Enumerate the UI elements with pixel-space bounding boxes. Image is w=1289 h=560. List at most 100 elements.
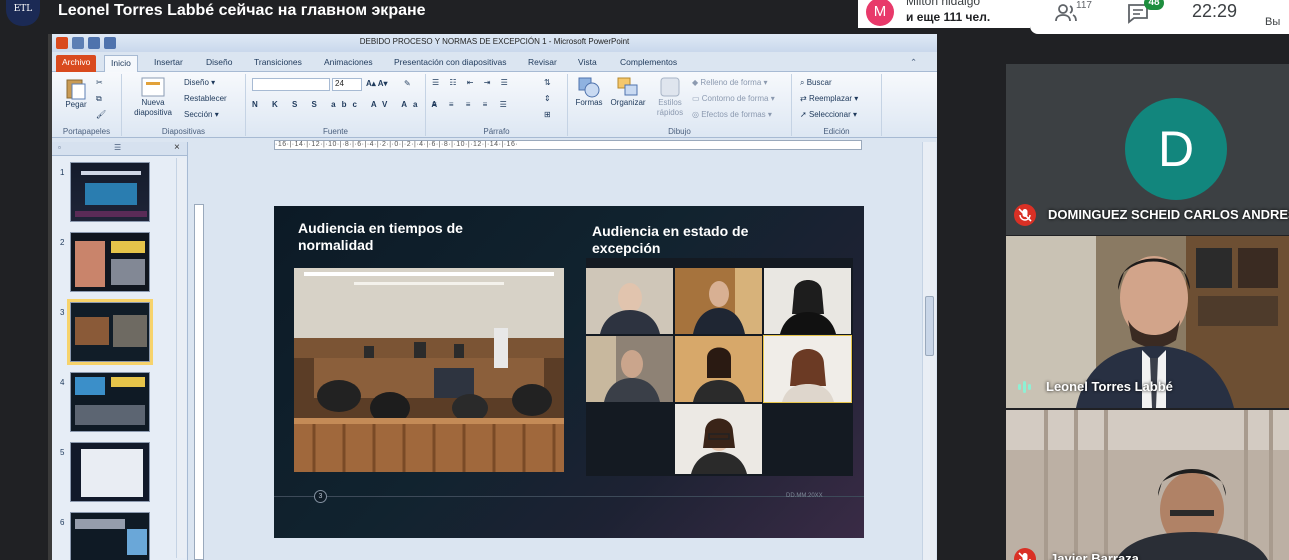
video-participant-6 bbox=[763, 335, 852, 403]
video-participant-4 bbox=[586, 336, 673, 402]
avatar: D bbox=[1125, 98, 1227, 200]
slides-tab-icon[interactable]: ▫ bbox=[58, 143, 61, 152]
arrange-label: Organizar bbox=[610, 98, 646, 107]
organization-logo: ETL bbox=[6, 0, 40, 26]
participant-name: Leonel Torres Labbé bbox=[1046, 379, 1173, 394]
tab-insertar[interactable]: Insertar bbox=[148, 55, 189, 72]
copy-icon[interactable]: ⧉ bbox=[96, 94, 102, 104]
speaking-indicator-icon bbox=[1018, 380, 1034, 394]
quick-styles-label: Estilos rápidos bbox=[656, 98, 684, 117]
align-buttons[interactable]: ≡ ≡ ≡ ≡ ☰ bbox=[432, 100, 512, 109]
vertical-ruler bbox=[194, 204, 204, 560]
outline-tab-icon[interactable]: ☰ bbox=[114, 143, 121, 152]
layout-button[interactable]: Diseño ▾ bbox=[184, 78, 215, 87]
video-participant-7 bbox=[675, 404, 762, 474]
tab-inicio[interactable]: Inicio bbox=[104, 55, 138, 72]
current-slide[interactable]: Audiencia en tiempos de normalidad Audie… bbox=[274, 206, 864, 538]
meet-top-bar: ETL Leonel Torres Labbé сейчас на главно… bbox=[0, 0, 1289, 34]
participant-tile[interactable]: D DOMINGUEZ SCHEID CARLOS ANDRES bbox=[1006, 64, 1289, 235]
shapes-icon bbox=[578, 77, 600, 98]
shapes-label: Formas bbox=[575, 98, 603, 107]
chat-badge: 48 bbox=[1144, 0, 1164, 10]
tab-revisar[interactable]: Revisar bbox=[522, 55, 563, 72]
font-name-select[interactable] bbox=[252, 78, 330, 91]
close-icon[interactable]: × bbox=[174, 142, 180, 153]
slide-date: DD.MM.20XX bbox=[786, 493, 823, 499]
shape-outline-button[interactable]: ▭ Contorno de forma ▾ bbox=[692, 94, 775, 103]
slide-right-heading: Audiencia en estado de excepción bbox=[592, 223, 749, 256]
cut-icon[interactable]: ✂ bbox=[96, 78, 103, 87]
section-label: Sección bbox=[184, 110, 213, 119]
align-text-icon[interactable]: ⇕ bbox=[544, 94, 551, 103]
participant-name: DOMINGUEZ SCHEID CARLOS ANDRES bbox=[1048, 207, 1289, 222]
group-label-parrafo: Párrafo bbox=[483, 127, 510, 136]
group-label-portapapeles: Portapapeles bbox=[62, 127, 111, 136]
shape-fill-label: Relleno de forma bbox=[700, 78, 762, 87]
format-painter-icon[interactable]: 🖌 bbox=[96, 110, 106, 119]
font-style-buttons[interactable]: N K S S abc AV Aa A bbox=[252, 100, 443, 109]
arrange-button[interactable]: Organizar bbox=[608, 76, 648, 108]
cursor-icon: ➚ bbox=[800, 110, 807, 119]
slide-thumbnails-pane[interactable]: ▫ ☰ × 1 2 3 4 5 6 bbox=[52, 142, 188, 560]
slide-thumbnail-6[interactable] bbox=[70, 512, 150, 560]
text-direction-icon[interactable]: ⇅ bbox=[544, 78, 551, 87]
tab-archivo[interactable]: Archivo bbox=[56, 55, 97, 72]
slide-thumbnail-4[interactable] bbox=[70, 372, 150, 432]
find-label: Buscar bbox=[806, 78, 832, 87]
smartart-icon[interactable]: ⊞ bbox=[544, 110, 551, 119]
slide-number: 4 bbox=[60, 378, 65, 387]
video-call-grid-image bbox=[586, 258, 853, 476]
participant-name: Javier Barraza bbox=[1050, 551, 1139, 560]
shape-effects-label: Efectos de formas bbox=[701, 110, 766, 119]
group-label-edicion: Edición bbox=[823, 127, 850, 136]
tab-diseno[interactable]: Diseño bbox=[200, 55, 238, 72]
ribbon-minimize-icon[interactable]: ⌃ bbox=[904, 55, 923, 72]
grow-font-icon[interactable]: A▴ A▾ bbox=[366, 79, 388, 88]
paste-label: Pegar bbox=[65, 100, 87, 109]
participant-tile[interactable]: Javier Barraza bbox=[1006, 410, 1289, 560]
reset-button[interactable]: Restablecer bbox=[184, 94, 227, 103]
tab-animaciones[interactable]: Animaciones bbox=[318, 55, 379, 72]
slide-number: 2 bbox=[60, 238, 65, 247]
powerpoint-title-bar: DEBIDO PROCESO Y NORMAS DE EXCEPCIÓN 1 -… bbox=[52, 34, 937, 52]
shape-effects-button[interactable]: ◎ Efectos de formas ▾ bbox=[692, 110, 772, 119]
powerpoint-window: DEBIDO PROCESO Y NORMAS DE EXCEPCIÓN 1 -… bbox=[48, 34, 937, 560]
ribbon-tabs: Archivo Inicio Insertar Diseño Transicio… bbox=[52, 52, 937, 72]
people-count: 117 bbox=[1076, 0, 1092, 11]
clock: 22:29 bbox=[1192, 1, 1238, 21]
thumbnails-scrollbar[interactable] bbox=[176, 158, 186, 558]
tab-transiciones[interactable]: Transiciones bbox=[248, 55, 308, 72]
find-button[interactable]: ⌕ Buscar bbox=[800, 78, 832, 88]
select-label: Seleccionar bbox=[808, 110, 851, 119]
slide-thumbnail-2[interactable] bbox=[70, 232, 150, 292]
participant-chip[interactable]: M Milton hidalgo и еще 111 чел. bbox=[858, 0, 1030, 28]
shape-fill-button[interactable]: ◆ Relleno de forma ▾ bbox=[692, 78, 768, 87]
tab-complementos[interactable]: Complementos bbox=[614, 55, 683, 72]
tab-vista[interactable]: Vista bbox=[572, 55, 603, 72]
slide-footer-line bbox=[274, 496, 864, 497]
slide-scrollbar[interactable] bbox=[922, 142, 936, 560]
clear-format-icon[interactable]: ✎ bbox=[404, 79, 411, 88]
tab-presentacion[interactable]: Presentación con diapositivas bbox=[388, 55, 512, 72]
slide-thumbnail-5[interactable] bbox=[70, 442, 150, 502]
slide-thumbnail-1[interactable] bbox=[70, 162, 150, 222]
slide-thumbnail-3[interactable] bbox=[67, 299, 153, 365]
slide-number: 6 bbox=[60, 518, 65, 527]
quick-styles-icon bbox=[660, 77, 680, 97]
select-button[interactable]: ➚ Seleccionar ▾ bbox=[800, 110, 857, 119]
shapes-button[interactable]: Formas bbox=[572, 76, 606, 108]
group-edicion: ⌕ Buscar ⇄ Reemplazar ▾ ➚ Seleccionar ▾ … bbox=[792, 74, 882, 136]
section-button[interactable]: Sección ▾ bbox=[184, 110, 219, 119]
avatar: M bbox=[866, 0, 894, 26]
list-buttons[interactable]: ☰ ☷ ⇤ ⇥ ☰ bbox=[432, 78, 512, 87]
quick-styles-button[interactable]: Estilos rápidos bbox=[650, 76, 690, 118]
scrollbar-thumb[interactable] bbox=[925, 296, 934, 356]
window-title: DEBIDO PROCESO Y NORMAS DE EXCEPCIÓN 1 -… bbox=[359, 37, 630, 46]
participant-tile-speaking[interactable]: Leonel Torres Labbé bbox=[1006, 236, 1289, 408]
paste-button[interactable]: Pegar bbox=[60, 76, 92, 110]
video-participant-5 bbox=[675, 336, 762, 402]
new-slide-button[interactable]: Nueva diapositiva bbox=[126, 76, 180, 118]
font-size-select[interactable]: 24 bbox=[332, 78, 362, 91]
courtroom-photo bbox=[294, 268, 564, 472]
replace-button[interactable]: ⇄ Reemplazar ▾ bbox=[800, 94, 858, 103]
